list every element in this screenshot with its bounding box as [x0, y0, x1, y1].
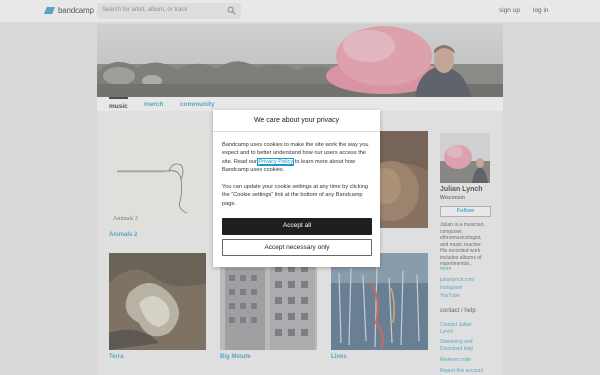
divider	[213, 131, 380, 132]
dialog-title: We care about your privacy	[253, 117, 340, 124]
accept-all-button[interactable]: Accept all	[222, 218, 372, 235]
privacy-policy-link[interactable]: Privacy Policy	[257, 157, 295, 166]
accept-necessary-button[interactable]: Accept necessary only	[222, 239, 372, 256]
cookie-explanation: Bandcamp uses cookies to make the site w…	[222, 141, 372, 175]
cookie-settings-note: You can update your cookie settings at a…	[222, 184, 368, 207]
